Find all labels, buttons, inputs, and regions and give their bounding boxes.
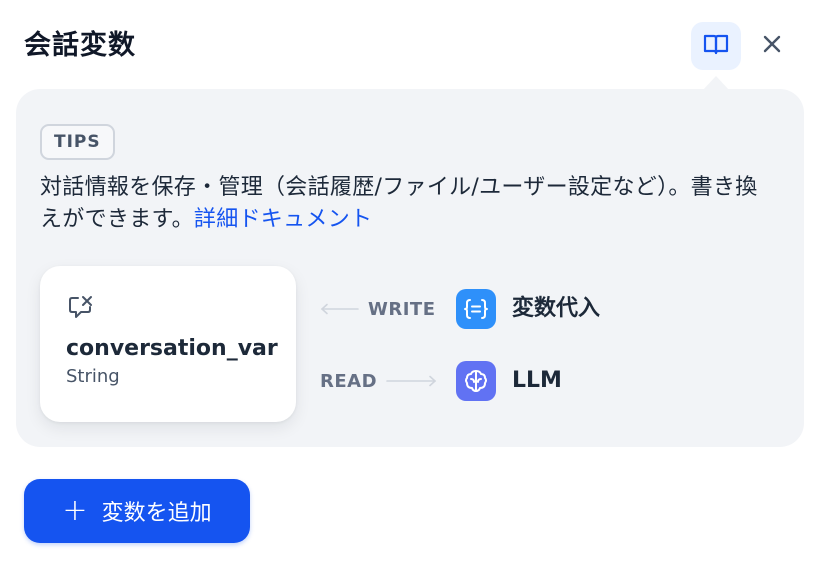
add-variable-label: 変数を追加 (101, 501, 212, 526)
close-button[interactable] (756, 30, 788, 62)
docs-button[interactable] (691, 22, 741, 70)
plus-icon: + (62, 493, 88, 528)
variable-card: conversation_var String (40, 266, 296, 422)
read-flow: READ (320, 361, 437, 401)
tips-description: 対話情報を保存・管理（会話履歴/ファイル/ユーザー設定など）。書き換えができます… (40, 172, 760, 236)
panel-title: 会話変数 (24, 30, 136, 61)
add-variable-button[interactable]: + 変数を追加 (24, 479, 250, 543)
conversation-variable-icon (68, 294, 96, 324)
tips-badge: TIPS (40, 124, 115, 160)
read-node-label: LLM (512, 368, 562, 393)
llm-brain-icon (456, 361, 496, 401)
variable-assigner-icon (456, 289, 496, 329)
close-icon (763, 35, 781, 57)
arrow-left-icon (320, 303, 360, 315)
variable-type: String (66, 366, 120, 387)
write-flow: WRITE (320, 289, 436, 329)
arrow-right-icon (385, 375, 437, 387)
book-open-icon (703, 32, 729, 60)
conversation-variables-panel: 会話変数 TIPS 対話情報を保存・管理（会話履歴/ファイル/ユーザー設定など）… (0, 0, 822, 568)
tips-pointer (703, 76, 729, 90)
variable-name: conversation_var (66, 336, 278, 361)
docs-link[interactable]: 詳細ドキュメント (194, 207, 372, 232)
write-label: WRITE (368, 298, 436, 320)
write-node-label: 変数代入 (512, 296, 601, 321)
tips-text: 対話情報を保存・管理（会話履歴/ファイル/ユーザー設定など）。書き換えができます… (40, 175, 758, 232)
read-label: READ (320, 370, 378, 392)
